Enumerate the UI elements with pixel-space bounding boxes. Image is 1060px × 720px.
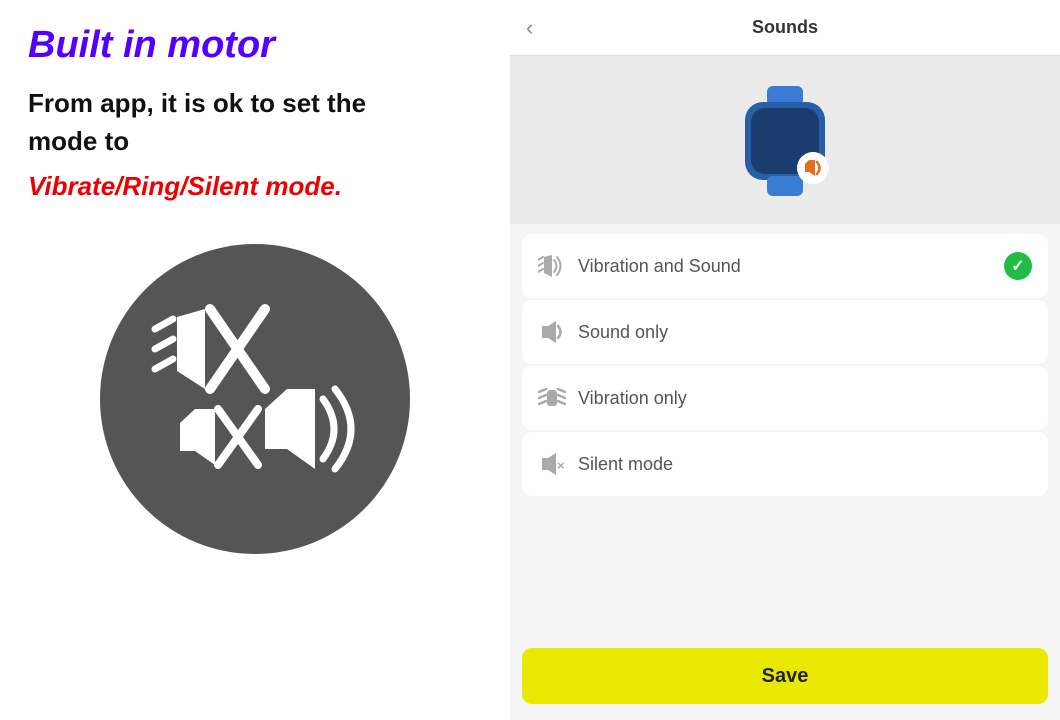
option-silent-mode[interactable]: × Silent mode — [522, 432, 1048, 496]
left-panel: Built in motor From app, it is ok to set… — [0, 0, 510, 720]
highlight-text: Vibrate/Ring/Silent mode. — [28, 168, 342, 206]
illustration-svg — [125, 279, 385, 519]
sound-only-icon — [538, 318, 566, 346]
option-silent-mode-label: Silent mode — [578, 454, 673, 475]
save-button[interactable]: Save — [522, 648, 1048, 704]
selected-checkmark — [1004, 252, 1032, 280]
sounds-title: Sounds — [752, 17, 818, 38]
highlight-label: Vibrate/Ring/Silent mode. — [28, 171, 342, 201]
page-title: Built in motor — [28, 24, 275, 67]
option-sound-only[interactable]: Sound only — [522, 300, 1048, 364]
option-vibration-sound-label: Vibration and Sound — [578, 256, 741, 277]
back-button[interactable]: ‹ — [526, 15, 533, 41]
vibration-sound-icon — [538, 252, 566, 280]
option-vibration-sound[interactable]: Vibration and Sound — [522, 234, 1048, 298]
svg-text:×: × — [557, 458, 565, 473]
desc-line1: From app, it is ok to set the — [28, 88, 366, 118]
option-sound-only-label: Sound only — [578, 322, 668, 343]
watch-preview — [510, 56, 1060, 224]
option-vibration-only[interactable]: Vibration only — [522, 366, 1048, 430]
description-text: From app, it is ok to set the mode to — [28, 85, 366, 160]
silent-mode-icon: × — [538, 450, 566, 478]
top-bar: ‹ Sounds — [510, 0, 1060, 56]
desc-line2: mode to — [28, 126, 129, 156]
circle-illustration — [100, 244, 410, 554]
option-vibration-only-label: Vibration only — [578, 388, 687, 409]
watch-svg — [735, 86, 835, 196]
vibration-only-icon — [538, 384, 566, 412]
right-panel: ‹ Sounds — [510, 0, 1060, 720]
options-list: Vibration and Sound Sound only — [510, 224, 1060, 634]
